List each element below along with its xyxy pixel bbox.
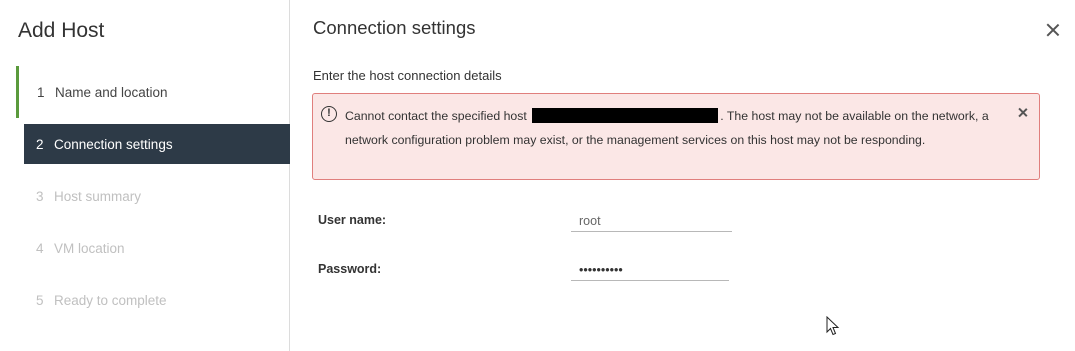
step-number: 4	[36, 240, 44, 256]
main-panel: Connection settings Enter the host conne…	[291, 0, 1075, 351]
redacted-host	[532, 108, 719, 123]
page-title: Connection settings	[313, 17, 476, 38]
step-label: Ready to complete	[54, 292, 167, 308]
username-label: User name:	[318, 213, 387, 227]
error-circle-icon: !	[321, 106, 337, 122]
dialog-title: Add Host	[18, 19, 105, 42]
alert-close-icon[interactable]	[1016, 106, 1030, 120]
step-number: 1	[37, 84, 45, 100]
step-host-summary: 3 Host summary	[16, 170, 290, 222]
mouse-pointer-icon	[826, 316, 840, 336]
section-subtitle: Enter the host connection details	[313, 68, 502, 83]
step-label: Connection settings	[54, 136, 173, 152]
step-label: Host summary	[54, 188, 142, 204]
step-ready-to-complete: 5 Ready to complete	[16, 274, 290, 326]
wizard-steps: 1 Name and location 2 Connection setting…	[16, 66, 290, 326]
alert-text-start: Cannot contact the specified host	[345, 109, 527, 123]
step-connection-settings[interactable]: 2 Connection settings	[24, 124, 290, 164]
alert-message: Cannot contact the specified host . The …	[345, 104, 1005, 152]
step-number: 3	[36, 188, 44, 204]
password-label: Password:	[318, 262, 382, 276]
error-alert: ! Cannot contact the specified host . Th…	[312, 93, 1040, 180]
password-input[interactable]	[571, 259, 729, 281]
close-icon[interactable]	[1043, 20, 1063, 40]
step-label: VM location	[54, 240, 125, 256]
step-vm-location: 4 VM location	[16, 222, 290, 274]
wizard-sidebar: Add Host 1 Name and location 2 Connectio…	[0, 0, 290, 351]
step-number: 2	[36, 136, 44, 152]
step-label: Name and location	[55, 84, 168, 100]
step-name-and-location[interactable]: 1 Name and location	[16, 66, 290, 118]
step-number: 5	[36, 292, 44, 308]
username-input[interactable]	[571, 210, 732, 232]
